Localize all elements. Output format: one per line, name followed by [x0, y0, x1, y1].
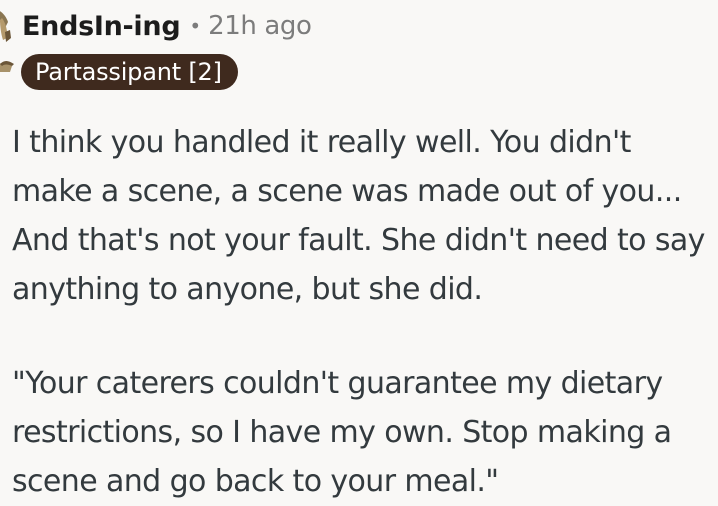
comment-paragraph: I think you handled it really well. You …: [12, 125, 705, 307]
comment-body: I think you handled it really well. You …: [12, 118, 716, 506]
timestamp[interactable]: 21h ago: [208, 11, 312, 41]
user-avatar-icon[interactable]: [0, 8, 18, 72]
comment-paragraph: "Your caterers couldn't guarantee my die…: [12, 366, 672, 499]
meta-separator: •: [189, 14, 202, 38]
comment: EndsIn-ing • 21h ago Partassipant [2] I …: [0, 0, 718, 505]
username-link[interactable]: EndsIn-ing: [22, 11, 181, 42]
comment-meta: EndsIn-ing • 21h ago: [22, 8, 312, 44]
user-flair-badge: Partassipant [2]: [21, 54, 238, 90]
